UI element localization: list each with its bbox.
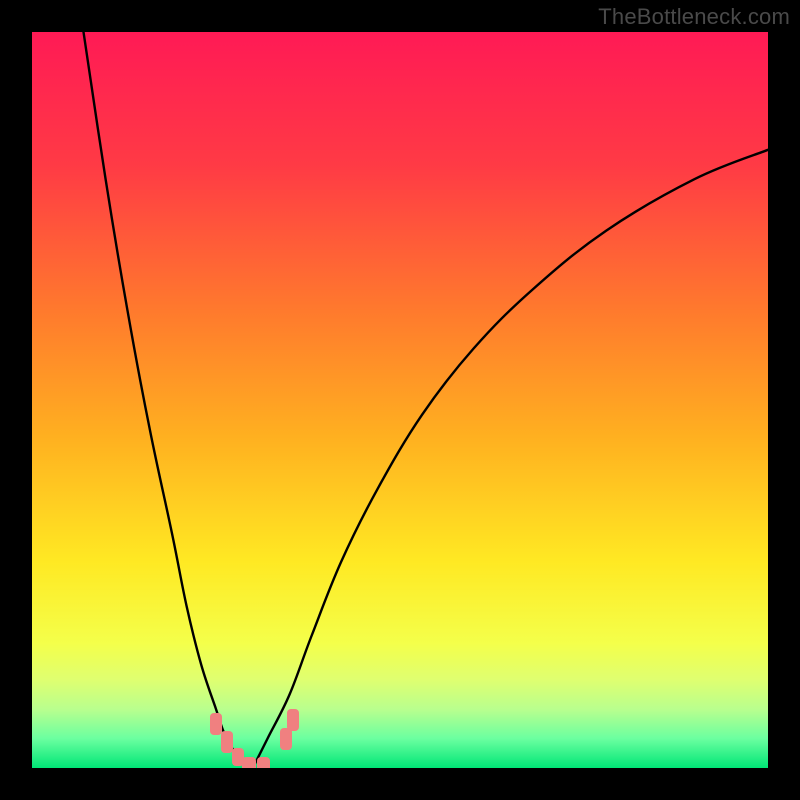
marker-m5 xyxy=(257,757,270,768)
curve-right xyxy=(253,150,768,768)
marker-m1 xyxy=(210,713,222,735)
marker-m4 xyxy=(242,757,255,768)
marker-m7 xyxy=(287,709,299,731)
bottleneck-curves xyxy=(32,32,768,768)
marker-m2 xyxy=(221,731,233,753)
watermark-text: TheBottleneck.com xyxy=(598,4,790,30)
plot-area xyxy=(32,32,768,768)
chart-frame: TheBottleneck.com xyxy=(0,0,800,800)
curve-left xyxy=(84,32,253,768)
